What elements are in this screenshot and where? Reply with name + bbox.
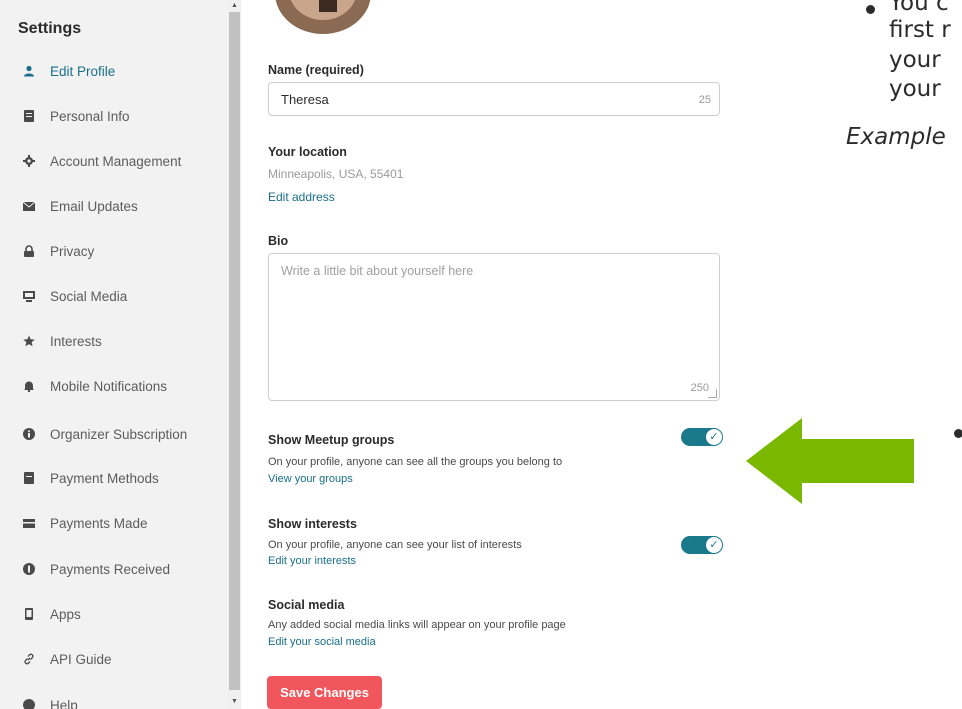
show-interests-title: Show interests xyxy=(268,517,357,531)
bell-icon xyxy=(22,379,36,393)
lock-icon xyxy=(22,244,36,258)
sidebar-item-payments-received[interactable]: Payments Received xyxy=(0,554,228,584)
avatar-detail xyxy=(319,0,337,12)
social-media-description: Any added social media links will appear… xyxy=(268,619,566,631)
sidebar-scrollbar[interactable]: ▲ ▼ xyxy=(228,0,241,709)
sidebar-item-label: Account Management xyxy=(50,153,182,169)
bio-char-counter: 250 xyxy=(690,382,709,394)
sidebar-item-label: Personal Info xyxy=(50,108,130,124)
sidebar-item-api-guide[interactable]: API Guide xyxy=(0,644,228,674)
green-arrow-icon xyxy=(746,418,914,504)
sidebar-item-label: Interests xyxy=(50,333,102,349)
monitor-icon xyxy=(22,289,36,303)
profile-avatar[interactable] xyxy=(275,0,371,34)
sidebar-item-social-media[interactable]: Social Media xyxy=(0,281,228,311)
view-groups-link[interactable]: View your groups xyxy=(268,473,353,485)
card-icon xyxy=(22,471,36,485)
sidebar-item-label: Apps xyxy=(50,606,81,622)
sidebar-item-privacy[interactable]: Privacy xyxy=(0,236,228,266)
overlay-text-line-2: first r xyxy=(889,17,951,43)
sidebar-item-organizer-subscription[interactable]: Organizer Subscription xyxy=(0,419,228,449)
show-groups-description: On your profile, anyone can see all the … xyxy=(268,456,563,468)
name-field-value[interactable]: Theresa xyxy=(281,92,329,107)
envelope-icon xyxy=(22,199,36,213)
bio-label: Bio xyxy=(268,234,289,248)
overlay-text-line-4: your xyxy=(889,76,941,102)
bullet-point-icon xyxy=(866,5,875,14)
circle-dollar-icon xyxy=(22,562,36,576)
sidebar-item-payment-methods[interactable]: Payment Methods xyxy=(0,463,228,493)
link-icon xyxy=(22,652,36,666)
sidebar-item-help[interactable]: Help xyxy=(0,690,228,709)
scroll-up-arrow-icon[interactable]: ▲ xyxy=(228,0,241,12)
checkmark-icon: ✓ xyxy=(706,537,722,553)
scroll-down-arrow-icon[interactable]: ▼ xyxy=(228,695,241,709)
location-label: Your location xyxy=(268,145,347,159)
sidebar-item-label: Payments Made xyxy=(50,515,148,531)
show-groups-toggle[interactable]: ✓ xyxy=(681,428,723,446)
save-changes-button[interactable]: Save Changes xyxy=(267,676,382,709)
overlay-example-label: Example xyxy=(846,124,946,150)
edit-social-media-link[interactable]: Edit your social media xyxy=(268,636,376,648)
sidebar-item-label: Privacy xyxy=(50,243,95,259)
sidebar-item-label: Social Media xyxy=(50,288,128,304)
sidebar-item-edit-profile[interactable]: Edit Profile xyxy=(0,56,228,86)
show-interests-description: On your profile, anyone can see your lis… xyxy=(268,539,522,551)
settings-sidebar: Settings Edit Profile Personal Info Acco… xyxy=(0,0,228,709)
sidebar-item-interests[interactable]: Interests xyxy=(0,326,228,356)
sidebar-item-apps[interactable]: Apps xyxy=(0,599,228,629)
show-groups-title: Show Meetup groups xyxy=(268,433,395,447)
name-field[interactable]: Theresa 25 xyxy=(268,82,720,116)
sidebar-item-label: Help xyxy=(50,697,78,709)
social-media-title: Social media xyxy=(268,598,345,612)
sidebar-item-email-updates[interactable]: Email Updates xyxy=(0,191,228,221)
scrollbar-thumb[interactable] xyxy=(229,12,240,690)
location-value: Minneapolis, USA, 55401 xyxy=(268,167,404,181)
wallet-icon xyxy=(22,516,36,530)
sidebar-item-mobile-notifications[interactable]: Mobile Notifications xyxy=(0,371,228,401)
user-icon xyxy=(22,64,36,78)
sidebar-item-label: Payments Received xyxy=(50,561,171,577)
show-interests-toggle[interactable]: ✓ xyxy=(681,536,723,554)
sidebar-item-label: Email Updates xyxy=(50,198,138,214)
checkmark-icon: ✓ xyxy=(706,429,722,445)
name-char-counter: 25 xyxy=(698,94,711,106)
gear-icon xyxy=(22,154,36,168)
sidebar-item-label: Edit Profile xyxy=(50,63,116,79)
bio-placeholder: Write a little bit about yourself here xyxy=(281,264,474,278)
name-label: Name (required) xyxy=(268,63,364,77)
sidebar-item-label: Payment Methods xyxy=(50,470,159,486)
circle-info-icon xyxy=(22,427,36,441)
phone-icon xyxy=(22,607,36,621)
sidebar-item-account-management[interactable]: Account Management xyxy=(0,146,228,176)
star-icon xyxy=(22,334,36,348)
overlay-text-line-3: your xyxy=(889,47,941,73)
edit-interests-link[interactable]: Edit your interests xyxy=(268,555,356,567)
help-icon xyxy=(22,698,36,709)
sidebar-item-payments-made[interactable]: Payments Made xyxy=(0,508,228,538)
sidebar-item-label: Mobile Notifications xyxy=(50,378,168,394)
sidebar-item-personal-info[interactable]: Personal Info xyxy=(0,101,228,131)
edit-address-link[interactable]: Edit address xyxy=(268,190,335,204)
sidebar-item-label: Organizer Subscription xyxy=(50,426,188,442)
overlay-text-line-1: You c xyxy=(889,0,949,16)
sidebar-title: Settings xyxy=(18,20,82,37)
resize-handle-icon[interactable] xyxy=(708,389,717,398)
bio-textarea[interactable]: Write a little bit about yourself here 2… xyxy=(268,253,720,401)
document-icon xyxy=(22,109,36,123)
sidebar-item-label: API Guide xyxy=(50,651,112,667)
bullet-point-icon xyxy=(954,429,962,438)
